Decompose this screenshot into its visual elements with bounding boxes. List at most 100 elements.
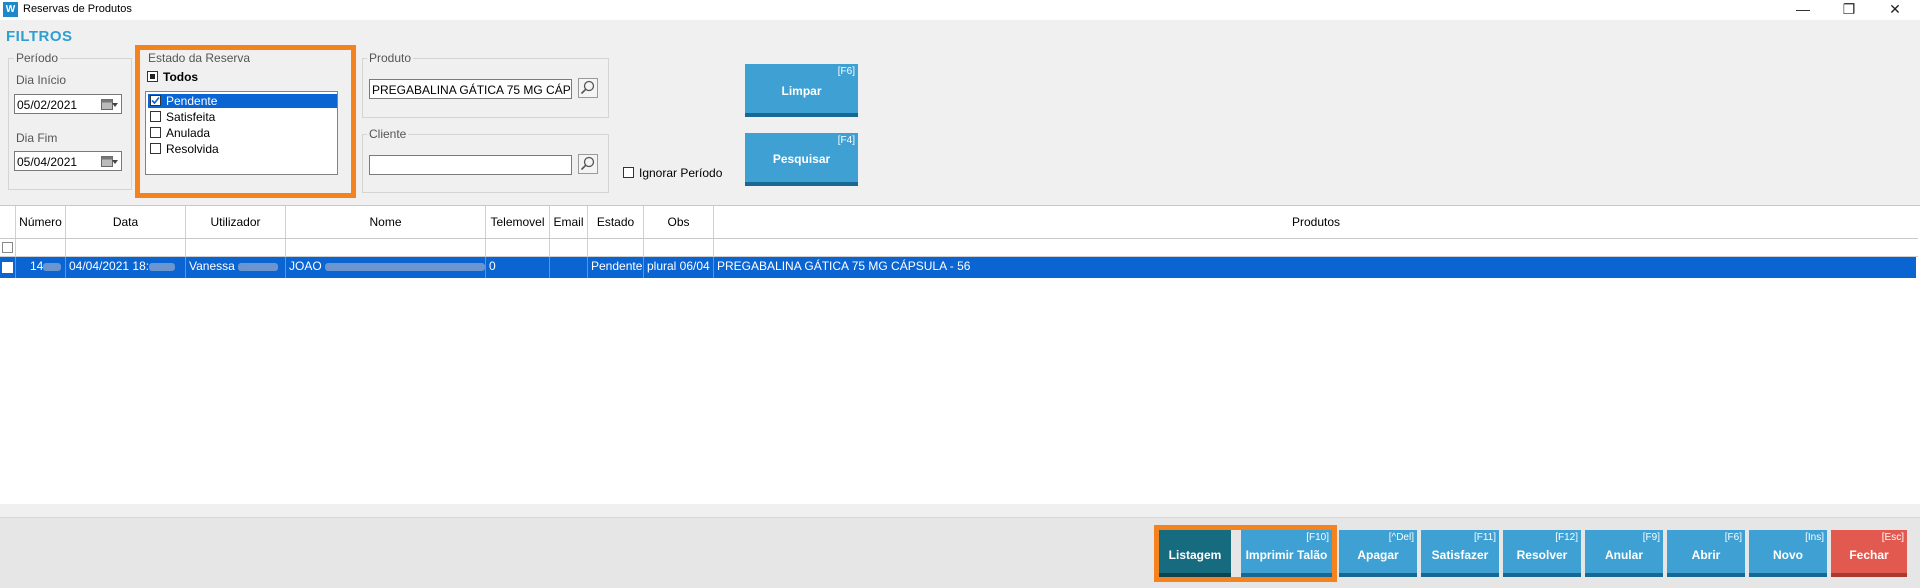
filter-cell[interactable] [16,239,66,256]
todos-checkbox-box[interactable] [147,71,158,82]
todos-label: Todos [163,70,199,84]
title-bar [0,0,1920,20]
column-header-telemovel[interactable]: Telemovel [486,206,550,238]
minimize-button[interactable]: — [1786,0,1820,20]
redacted-block [43,262,62,271]
dia-fim-value: 05/04/2021 [17,155,78,169]
filter-cell[interactable] [486,239,550,256]
cell-telemovel: 0 [486,257,550,278]
estado-listbox[interactable]: Pendente Satisfeita Anulada Resolvida [145,91,338,175]
imprimir-talao-button[interactable]: [F10] Imprimir Talão [1241,530,1332,577]
cell-produtos: PREGABALINA GÁTICA 75 MG CÁPSULA - 56 [717,259,971,273]
resolver-label: Resolver [1516,548,1568,562]
row-indicator-header [0,206,16,238]
dia-fim-date-picker[interactable]: 05/04/2021 [14,151,122,171]
pesquisar-button[interactable]: [F4] Pesquisar [745,133,858,186]
select-all-checkbox[interactable] [2,242,13,253]
resolver-shortcut: [F12] [1555,532,1578,543]
estado-reserva-label: Estado da Reserva [146,51,253,65]
checkbox[interactable] [150,111,161,122]
filters-heading: FILTROS [6,28,73,45]
column-header-email[interactable]: Email [550,206,588,238]
estado-item-resolvida[interactable]: Resolvida [148,142,337,156]
estado-item-satisfeita[interactable]: Satisfeita [148,110,337,124]
maximize-button[interactable]: ❐ [1832,0,1866,20]
grid-header-row: Número Data Utilizador Nome Telemovel Em… [0,206,1918,239]
filter-cell[interactable] [644,239,714,256]
estado-item-label: Pendente [166,94,218,108]
cell-email [550,257,588,278]
cliente-search-button[interactable] [578,154,598,174]
listagem-button[interactable]: Listagem [1159,530,1231,577]
column-header-nome[interactable]: Nome [286,206,486,238]
dia-inicio-date-picker[interactable]: 05/02/2021 [14,94,122,114]
anular-shortcut: [F9] [1642,532,1660,543]
cell-numero-text: 14 [30,259,44,273]
anular-label: Anular [1604,548,1643,562]
cliente-label: Cliente [367,127,409,141]
checkbox[interactable] [150,127,161,138]
checkbox[interactable] [623,167,634,178]
search-icon [580,80,595,95]
abrir-label: Abrir [1691,548,1721,562]
estado-item-pendente[interactable]: Pendente [148,94,337,108]
table-row[interactable]: 14 04/04/2021 18: Vanessa JOAO 0 Pendent… [0,257,1916,278]
column-header-numero[interactable]: Número [16,206,66,238]
fechar-label: Fechar [1849,548,1889,562]
resolver-button[interactable]: [F12] Resolver [1503,530,1581,577]
anular-button[interactable]: [F9] Anular [1585,530,1663,577]
apagar-label: Apagar [1357,548,1399,562]
produto-input-value: PREGABALINA GÁTICA 75 MG CÁPS [372,83,572,97]
filter-cell[interactable] [550,239,588,256]
column-header-data[interactable]: Data [66,206,186,238]
column-header-produtos[interactable]: Produtos [714,206,1918,238]
satisfazer-shortcut: [F11] [1473,532,1496,543]
periodo-label: Período [14,51,61,65]
cliente-input[interactable] [369,155,572,175]
column-header-obs[interactable]: Obs [644,206,714,238]
apagar-button[interactable]: [^Del] Apagar [1339,530,1417,577]
checkbox[interactable] [150,143,161,154]
pesquisar-label: Pesquisar [772,152,831,166]
abrir-shortcut: [F6] [1724,532,1742,543]
listagem-label: Listagem [1168,548,1222,562]
redacted-block [238,262,279,271]
produto-search-button[interactable] [578,78,598,98]
cell-data-text: 04/04/2021 18: [69,259,150,273]
grid-filter-row [0,239,1918,257]
novo-button[interactable]: [Ins] Novo [1749,530,1827,577]
search-icon [580,156,595,171]
cell-estado: Pendente [588,257,644,278]
filter-cell[interactable] [588,239,644,256]
ignorar-periodo-checkbox[interactable]: Ignorar Período [623,166,743,180]
abrir-button[interactable]: [F6] Abrir [1667,530,1745,577]
close-button[interactable]: ✕ [1878,0,1912,20]
filter-cell[interactable] [66,239,186,256]
reservas-grid[interactable]: Número Data Utilizador Nome Telemovel Em… [0,205,1920,504]
window-title: Reservas de Produtos [23,3,132,15]
todos-checkbox[interactable]: Todos [146,70,246,84]
checkbox-checked[interactable] [150,95,161,106]
produto-input[interactable]: PREGABALINA GÁTICA 75 MG CÁPS [369,79,572,99]
filter-cell[interactable] [286,239,486,256]
limpar-button[interactable]: [F6] Limpar [745,64,858,117]
app-logo-icon: W [3,2,18,17]
chevron-down-icon[interactable] [112,160,118,164]
dia-fim-label: Dia Fim [16,131,58,145]
novo-shortcut: [Ins] [1805,532,1824,543]
filter-cell[interactable] [714,239,1918,256]
column-header-estado[interactable]: Estado [588,206,644,238]
imprimir-talao-label: Imprimir Talão [1245,548,1328,562]
produto-label: Produto [367,51,414,65]
redacted-block [149,262,176,271]
apagar-shortcut: [^Del] [1388,532,1414,543]
fechar-button[interactable]: [Esc] Fechar [1831,530,1907,577]
row-checkbox[interactable] [2,262,13,273]
column-header-utilizador[interactable]: Utilizador [186,206,286,238]
satisfazer-button[interactable]: [F11] Satisfazer [1421,530,1499,577]
estado-item-anulada[interactable]: Anulada [148,126,337,140]
filter-cell[interactable] [186,239,286,256]
select-all-cell [0,239,16,256]
satisfazer-label: Satisfazer [1431,548,1489,562]
chevron-down-icon[interactable] [112,103,118,107]
